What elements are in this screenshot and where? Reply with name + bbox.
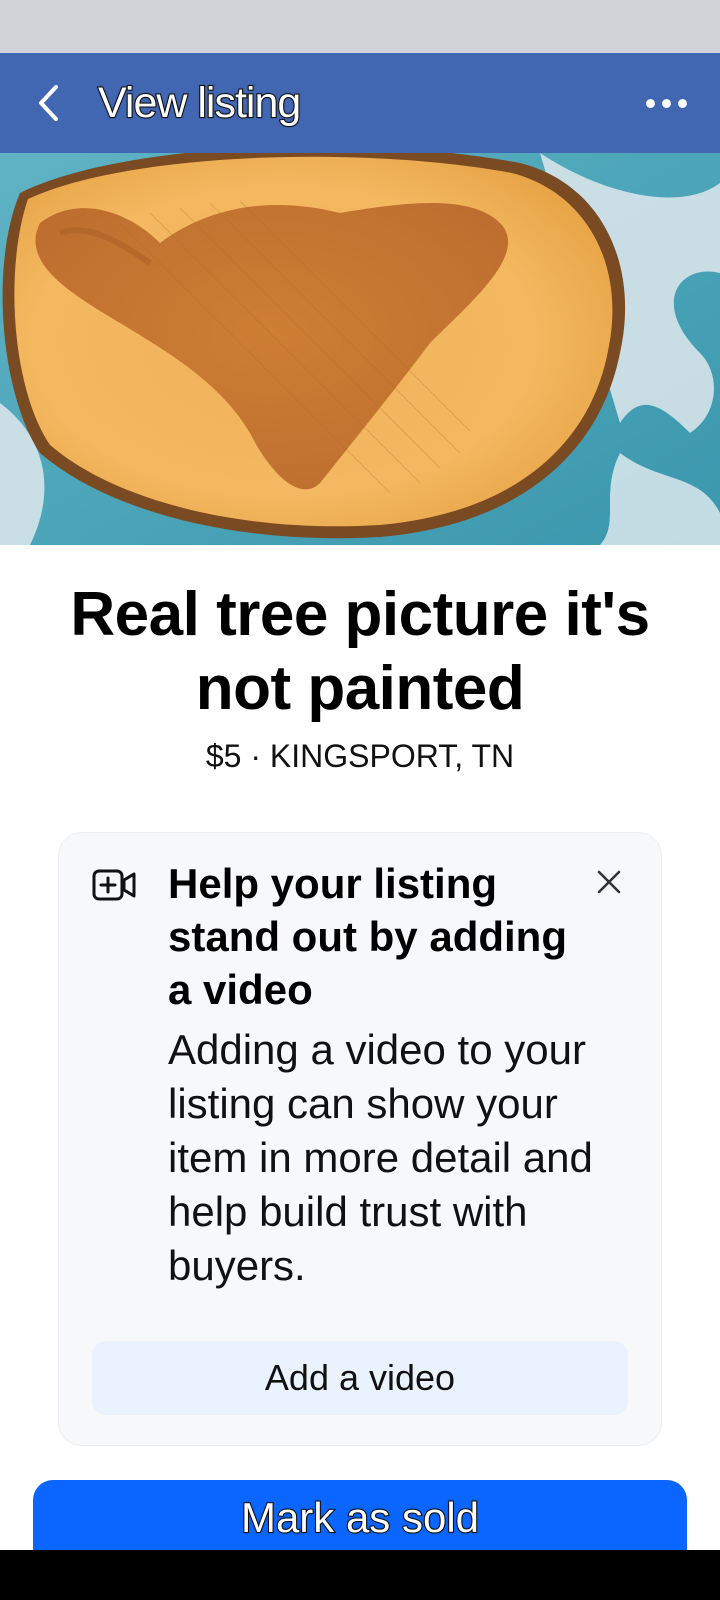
video-prompt-heading: Help your listing stand out by adding a …: [168, 860, 567, 1013]
page-title: View listing: [97, 78, 302, 128]
app-bar: View listing: [0, 53, 720, 153]
system-navigation-bar: [0, 1550, 720, 1600]
listing-title: Real tree picture it's not painted: [70, 580, 650, 723]
add-video-icon: [92, 869, 136, 901]
add-video-button-label: Add a video: [264, 1357, 456, 1398]
status-bar: [0, 0, 720, 53]
more-horizontal-icon: [646, 98, 655, 108]
add-video-button[interactable]: Add a video: [92, 1341, 628, 1415]
listing-price-location: $5 · KINGSPORT, TN: [205, 738, 515, 774]
video-prompt-body: Adding a video to your listing can show …: [168, 1026, 593, 1289]
back-button[interactable]: [18, 53, 78, 153]
chevron-left-icon: [39, 85, 58, 121]
listing-photo[interactable]: [0, 153, 720, 545]
more-options-button[interactable]: [646, 93, 690, 113]
close-icon[interactable]: [594, 867, 624, 897]
add-video-prompt-card: Help your listing stand out by adding a …: [58, 832, 662, 1446]
